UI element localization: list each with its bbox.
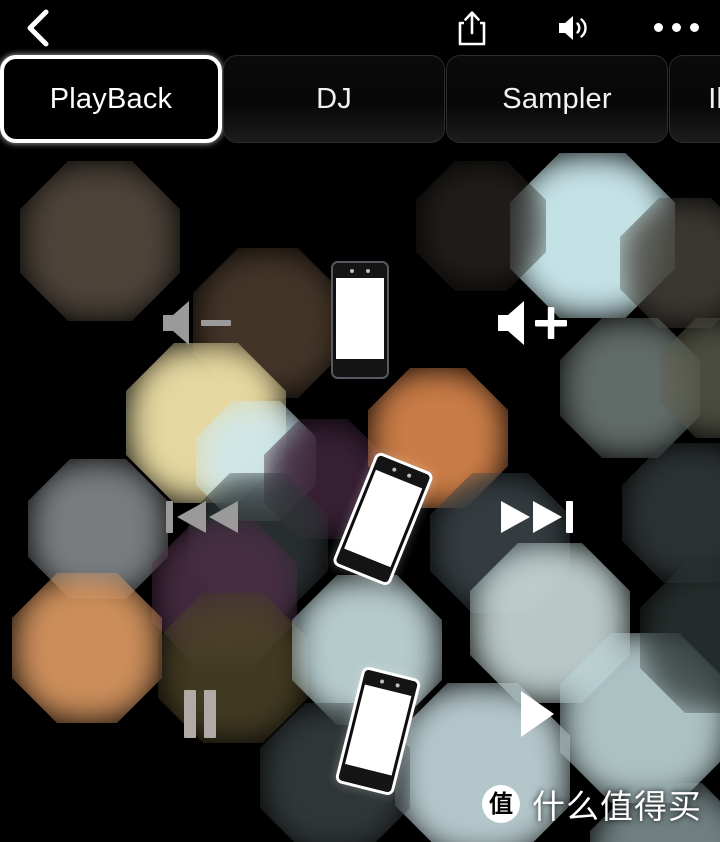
pause-button[interactable] (160, 683, 240, 745)
more-dots-icon (653, 23, 699, 32)
tab-label: DJ (316, 84, 352, 114)
bokeh-light (12, 573, 162, 723)
tab-label: Ill (708, 84, 720, 114)
tab-dj[interactable]: DJ (223, 55, 445, 143)
top-navigation-bar (0, 0, 720, 55)
volume-up-button[interactable] (490, 293, 585, 353)
speaker-icon (556, 13, 592, 43)
bokeh-light (622, 443, 720, 583)
tab-playback[interactable]: PlayBack (0, 55, 222, 143)
watermark-text: 什么值得买 (532, 787, 702, 826)
playback-stage (0, 143, 720, 842)
tab-bar: PlayBack DJ Sampler Ill (0, 55, 720, 143)
share-button[interactable] (450, 6, 494, 50)
bokeh-light (416, 161, 546, 291)
chevron-left-icon (25, 8, 51, 48)
phone-top-bezel (333, 263, 387, 278)
back-button[interactable] (10, 0, 66, 55)
watermark: 值 什么值得买 (482, 780, 702, 828)
tab-label: Sampler (502, 84, 612, 114)
play-icon (509, 686, 561, 742)
phone-bottom-bezel (333, 359, 387, 377)
play-button[interactable] (495, 683, 575, 745)
previous-track-button[interactable] (155, 488, 250, 546)
app-root: PlayBack DJ Sampler Ill (0, 0, 720, 842)
volume-down-button[interactable] (155, 293, 250, 353)
volume-up-icon (490, 295, 585, 351)
navbar-actions (450, 0, 699, 55)
volume-down-icon (155, 295, 250, 351)
volume-button[interactable] (552, 6, 596, 50)
share-icon (457, 10, 487, 46)
phone-screen (336, 278, 384, 359)
more-options-button[interactable] (653, 6, 699, 50)
tab-illumination[interactable]: Ill (669, 55, 720, 143)
pause-icon (176, 686, 224, 742)
next-track-button[interactable] (488, 488, 583, 546)
previous-track-icon (158, 491, 248, 543)
smzdm-logo-icon: 值 (482, 785, 520, 823)
next-track-icon (491, 491, 581, 543)
tab-sampler[interactable]: Sampler (446, 55, 668, 143)
phone-illustration-top (331, 261, 389, 379)
tab-label: PlayBack (49, 84, 173, 114)
